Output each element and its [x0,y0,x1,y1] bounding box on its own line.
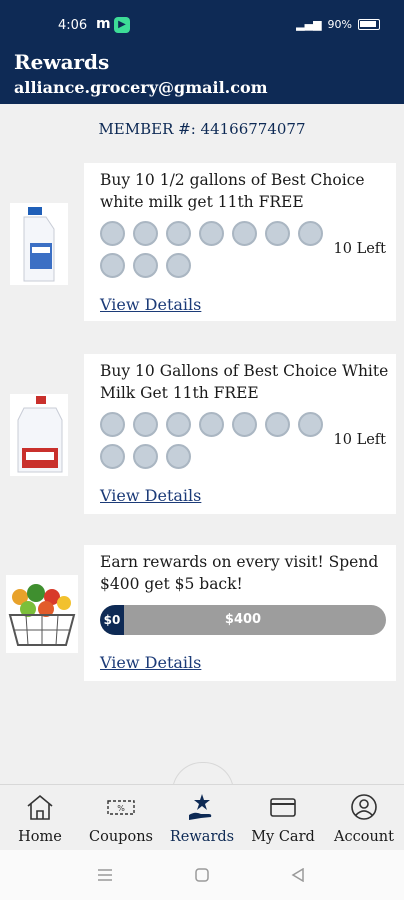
nav-label: Rewards [169,829,235,845]
half-gallon-milk-image [10,203,68,285]
stamp-circle [100,412,125,437]
stamp-circle [133,444,158,469]
reward-card[interactable]: Buy 10 1/2 gallons of Best Choice white … [84,163,396,321]
gallon-milk-image [10,394,68,476]
home-icon [27,794,53,820]
reward-title: Buy 10 1/2 gallons of Best Choice white … [100,171,365,211]
status-notification-m: m [96,16,111,32]
stamp-circle [199,221,224,246]
stamp-circle [199,412,224,437]
progress-current: $0 [103,613,121,627]
stamp-circle [265,221,290,246]
system-nav-bar [0,850,404,900]
view-details-link[interactable]: View Details [100,486,201,505]
account-icon [351,794,377,820]
coupon-icon: % [107,800,135,815]
stamp-circle [265,412,290,437]
nav-account[interactable]: Account [324,785,404,851]
rewards-icon [189,794,212,820]
stamp-grid [100,412,330,469]
stamp-circle [232,221,257,246]
app-notification-icon: ▶ [114,17,130,33]
stamp-circle [133,221,158,246]
status-icons: ▂▄▆ 90% [296,18,380,31]
stamp-circle [166,444,191,469]
bottom-nav: Home % Coupons Rewards My Card Account [0,784,404,850]
stamp-circle [298,221,323,246]
status-bar: 4:06 m ▶ ▂▄▆ 90% [0,10,404,42]
reward-title: Buy 10 Gallons of Best Choice White Milk… [100,362,389,402]
nav-label: Home [18,829,62,845]
stamps-left: 10 Left [333,432,386,448]
app-header: 4:06 m ▶ ▂▄▆ 90% Rewards alliance.grocer… [0,0,404,104]
user-email: alliance.grocery@gmail.com [14,78,268,97]
back-icon[interactable] [291,868,305,882]
stamp-circle [166,412,191,437]
home-button-icon[interactable] [195,868,209,882]
recents-icon[interactable] [96,868,114,882]
status-time: 4:06 [58,18,88,33]
view-details-link[interactable]: View Details [100,295,201,314]
battery-icon [358,19,380,30]
grocery-basket-image [6,575,78,653]
stamp-circle [100,221,125,246]
card-icon [270,798,296,817]
reward-card[interactable]: Buy 10 Gallons of Best Choice White Milk… [84,354,396,514]
reward-title: Earn rewards on every visit! Spend $400 … [100,553,379,593]
stamp-circle [133,412,158,437]
page-title: Rewards [14,50,110,74]
nav-rewards[interactable]: Rewards [162,785,242,851]
stamp-circle [100,253,125,278]
nav-label: Account [334,829,394,845]
svg-text:%: % [117,804,125,813]
stamp-grid [100,221,330,278]
stamp-circle [133,253,158,278]
view-details-link[interactable]: View Details [100,653,201,672]
nav-home[interactable]: Home [0,785,80,851]
stamp-circle [232,412,257,437]
member-number: MEMBER #: 44166774077 [98,120,306,138]
signal-icon: ▂▄▆ [296,18,322,31]
stamp-circle [166,253,191,278]
progress-goal: $400 [224,612,262,627]
stamp-circle [100,444,125,469]
battery-percent: 90% [327,18,352,31]
stamps-left: 10 Left [333,241,386,257]
nav-coupons[interactable]: % Coupons [81,785,161,851]
stamp-circle [166,221,191,246]
nav-my-card[interactable]: My Card [243,785,323,851]
stamp-circle [298,412,323,437]
reward-card[interactable]: Earn rewards on every visit! Spend $400 … [84,545,396,681]
nav-label: Coupons [89,829,153,845]
spend-progress-bar: $400 $0 [100,605,386,635]
nav-label: My Card [251,829,315,845]
